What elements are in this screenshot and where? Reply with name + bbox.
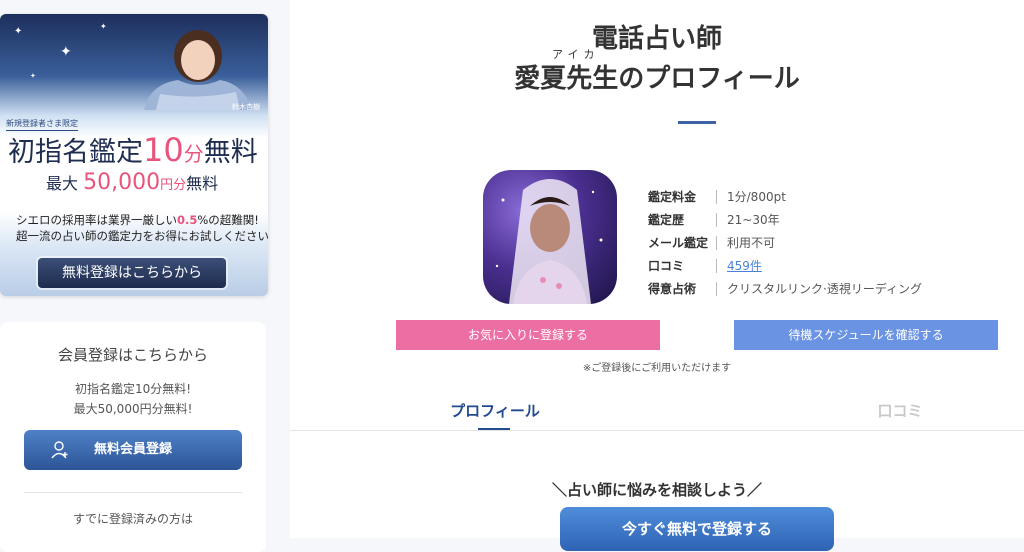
info-separator	[716, 189, 717, 204]
member-card-desc-1: 初指名鑑定10分無料!	[74, 382, 192, 396]
tab-reviews[interactable]: 口コミ	[845, 400, 955, 421]
banner-sub-unit: 円分	[160, 178, 187, 193]
banner-line1-prefix: シエロの採用率は業界一厳しい	[16, 213, 177, 227]
login-note: ※ご登録後にご利用いただけます	[582, 363, 732, 374]
info-label: 口コミ	[648, 259, 685, 273]
tab-profile[interactable]: プロフィール	[440, 400, 550, 421]
info-label: 鑑定歴	[648, 213, 685, 227]
info-separator	[716, 281, 717, 296]
consult-heading: ＼占い師に悩みを相談しよう／	[551, 481, 762, 499]
star-decoration: ✦	[60, 44, 72, 60]
page-title: 愛夏先生のプロフィール	[514, 64, 800, 94]
info-row-email: メール鑑定 利用不可	[648, 231, 922, 254]
info-value: 利用不可	[727, 236, 776, 250]
free-member-register-button[interactable]: 無料会員登録	[24, 430, 242, 470]
already-registered-text: すでに登録済みの方は	[72, 512, 194, 526]
sidebar: ✦ ✦ ✦ ✦ 鈴木杏樹 新規登録者さま限定 初指名鑑定10分無料 最大 50,…	[0, 0, 290, 552]
info-row-reviews: 口コミ 459件	[648, 254, 922, 277]
user-add-icon	[51, 441, 68, 459]
avatar-image	[495, 179, 603, 304]
info-label: 得意占術	[648, 282, 697, 296]
campaign-banner[interactable]: ✦ ✦ ✦ ✦ 鈴木杏樹 新規登録者さま限定 初指名鑑定10分無料 最大 50,…	[0, 14, 268, 296]
title-underline	[678, 121, 716, 124]
banner-headline-unit: 分	[183, 142, 204, 166]
banner-headline-suffix: 無料	[203, 137, 258, 168]
celebrity-name: 鈴木杏樹	[232, 103, 260, 111]
info-value: クリスタルリンク·透視リーディング	[727, 282, 922, 296]
tab-divider	[290, 430, 1024, 431]
info-row-specialty: 得意占術 クリスタルリンク·透視リーディング	[648, 277, 922, 300]
banner-description-2: 超一流の占い師の鑑定力をお得にお試しください。	[16, 229, 268, 243]
info-separator	[716, 258, 717, 273]
reviews-count-link[interactable]: 459件	[727, 257, 762, 274]
profile-info-table: 鑑定料金 1分/800pt 鑑定歴 21~30年 メール鑑定 利用不可 口コミ …	[648, 185, 922, 300]
star-decoration: ✦	[100, 22, 107, 31]
banner-headline: 初指名鑑定10分無料	[8, 130, 258, 169]
check-schedule-button[interactable]: 待機スケジュールを確認する	[734, 320, 998, 350]
banner-headline-number: 10	[143, 131, 184, 169]
info-value: 1分/800pt	[727, 190, 786, 204]
member-registration-card: 会員登録はこちらから 初指名鑑定10分無料! 最大50,000円分無料! 無料会…	[0, 322, 266, 552]
add-favorite-button[interactable]: お気に入りに登録する	[396, 320, 660, 350]
banner-subheadline: 最大 50,000円分無料	[46, 170, 218, 195]
banner-sub-suffix: 無料	[186, 174, 219, 193]
info-row-fee: 鑑定料金 1分/800pt	[648, 185, 922, 208]
info-separator	[716, 235, 717, 250]
info-label: 鑑定料金	[648, 190, 697, 204]
banner-register-button[interactable]: 無料登録はこちらから	[38, 258, 226, 288]
divider	[24, 492, 242, 493]
star-decoration: ✦	[14, 26, 23, 37]
main-content: 電話占い師 アイカ 愛夏先生のプロフィール 鑑定料金 1分/800pt 鑑定歴 …	[290, 0, 1024, 551]
info-separator	[716, 212, 717, 227]
member-card-title: 会員登録はこちらから	[57, 346, 208, 364]
banner-line1-suffix: %の超難関!	[197, 213, 259, 227]
banner-sub-prefix: 最大	[46, 174, 79, 193]
page-subtitle: 電話占い師	[591, 24, 722, 54]
banner-line1-highlight: 0.5	[177, 213, 198, 227]
celebrity-photo	[144, 30, 252, 110]
member-card-desc-2: 最大50,000円分無料!	[73, 402, 193, 416]
register-now-button[interactable]: 今すぐ無料で登録する	[560, 507, 834, 551]
free-member-register-label: 無料会員登録	[93, 442, 172, 457]
info-label: メール鑑定	[648, 236, 709, 250]
star-decoration: ✦	[30, 72, 36, 80]
banner-description-1: シエロの採用率は業界一厳しい0.5%の超難関!	[16, 212, 259, 228]
info-value: 21~30年	[727, 213, 780, 227]
banner-headline-prefix: 初指名鑑定	[8, 137, 143, 168]
fortune-teller-avatar	[483, 170, 617, 304]
info-row-experience: 鑑定歴 21~30年	[648, 208, 922, 231]
banner-sub-amount: 50,000	[83, 170, 161, 195]
